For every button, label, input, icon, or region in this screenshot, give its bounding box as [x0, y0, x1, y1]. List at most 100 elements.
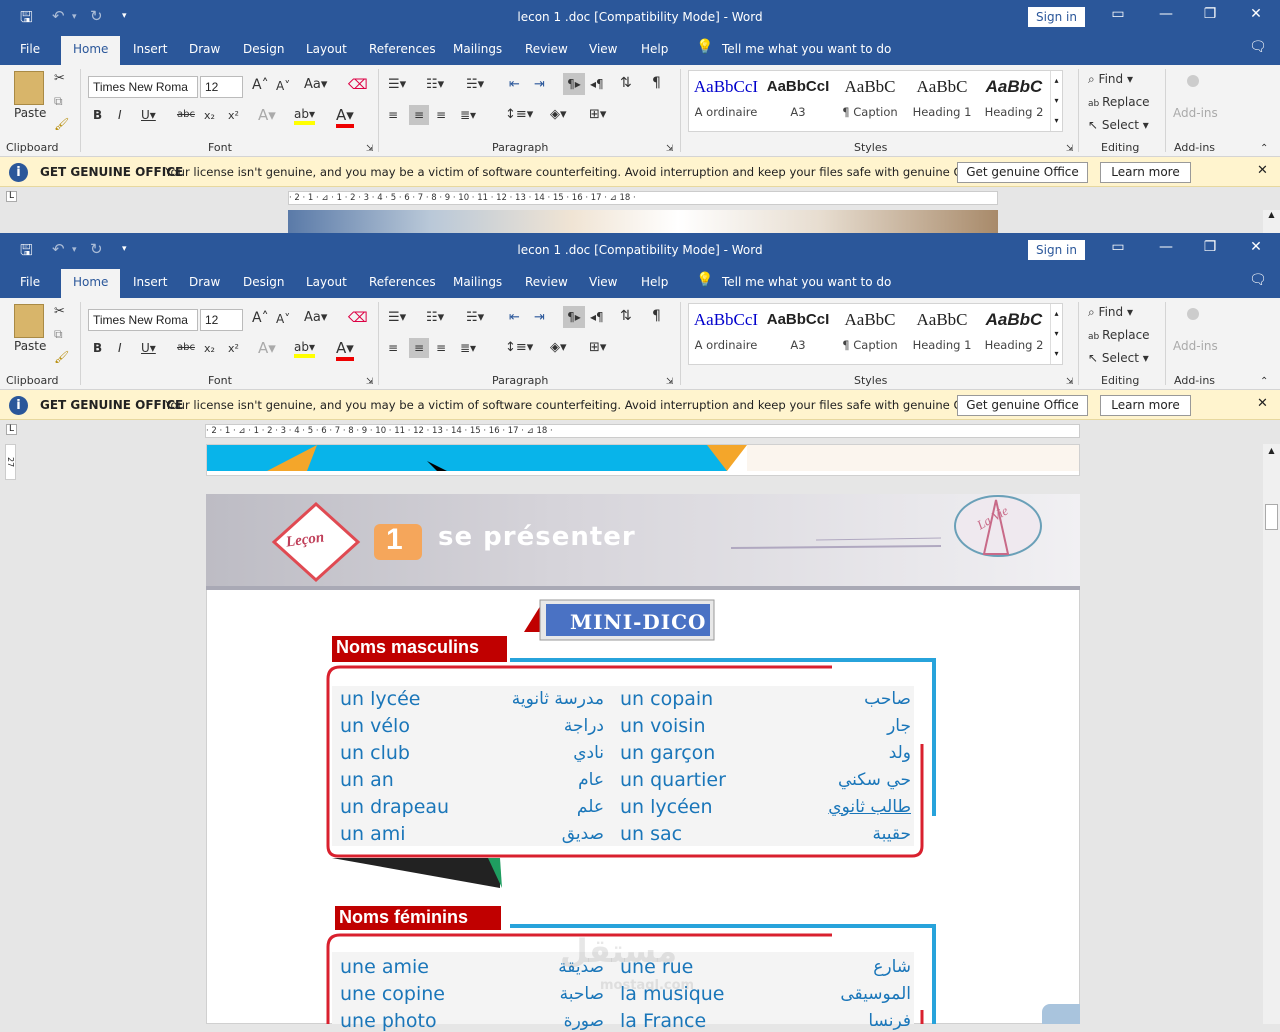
tab-insert[interactable]: Insert — [133, 42, 167, 56]
dismiss-icon[interactable]: ✕ — [1257, 396, 1268, 411]
highlight-icon[interactable]: ab▾ — [294, 107, 315, 125]
tab-selector[interactable]: L — [6, 424, 17, 435]
paste-icon[interactable] — [14, 304, 44, 338]
tab-home[interactable]: Home — [61, 36, 121, 65]
format-painter-icon[interactable]: 🖌 — [54, 117, 69, 131]
collapse-ribbon-icon[interactable]: ⌃ — [1260, 376, 1268, 387]
increase-indent-icon[interactable]: ⇥ — [534, 77, 545, 92]
scroll-up-icon[interactable]: ▲ — [1263, 210, 1280, 219]
grow-font-icon[interactable]: A˄ — [252, 77, 269, 93]
center-icon[interactable]: ≡ — [409, 338, 429, 358]
rtl-direction-icon[interactable]: ◂¶ — [590, 310, 604, 324]
justify-icon[interactable]: ≣▾ — [460, 341, 476, 355]
strikethrough-icon[interactable]: abc — [177, 342, 195, 353]
tab-references[interactable]: References — [369, 42, 436, 56]
borders-icon[interactable]: ⊞▾ — [589, 107, 606, 122]
cut-icon[interactable]: ✂ — [54, 304, 65, 319]
styles-scroll[interactable]: ▴ ▾ ▾ — [1050, 304, 1062, 364]
tab-mailings[interactable]: Mailings — [453, 275, 502, 289]
line-spacing-icon[interactable]: ↕≡▾ — [505, 340, 533, 355]
highlight-icon[interactable]: ab▾ — [294, 340, 315, 358]
style-a-ordinaire[interactable]: AaBbCcI A ordinaire — [690, 308, 762, 352]
tab-review[interactable]: Review — [525, 275, 568, 289]
strikethrough-icon[interactable]: abc — [177, 109, 195, 120]
shading-icon[interactable]: ◈▾ — [550, 340, 567, 355]
tell-me-search[interactable]: Tell me what you want to do — [722, 42, 891, 56]
multilevel-list-icon[interactable]: ☵▾ — [466, 77, 484, 92]
change-case-icon[interactable]: Aa▾ — [304, 310, 327, 325]
style-a3[interactable]: AaBbCcI A3 — [762, 75, 834, 119]
font-name-combo[interactable]: Times New Roma — [88, 309, 198, 331]
ribbon-display-icon[interactable]: ▭ — [1108, 239, 1128, 255]
tab-design[interactable]: Design — [243, 275, 284, 289]
styles-dialog-launcher[interactable]: ⇲ — [1066, 377, 1074, 387]
get-genuine-button[interactable]: Get genuine Office — [957, 162, 1088, 183]
copy-icon[interactable]: ⧉ — [54, 94, 63, 109]
font-size-combo[interactable]: 12 — [200, 309, 243, 331]
tell-me-search[interactable]: Tell me what you want to do — [722, 275, 891, 289]
minimize-button[interactable]: — — [1156, 6, 1176, 22]
sort-icon[interactable]: ⇅ — [620, 75, 632, 91]
close-button[interactable]: ✕ — [1246, 239, 1266, 255]
addins-button[interactable]: Add-ins — [1173, 339, 1218, 353]
replace-button[interactable]: ab Replace — [1088, 95, 1150, 109]
replace-button[interactable]: ab Replace — [1088, 328, 1150, 342]
tab-layout[interactable]: Layout — [306, 42, 347, 56]
get-genuine-button[interactable]: Get genuine Office — [957, 395, 1088, 416]
horizontal-ruler[interactable]: · 2 · 1 · ⊿ · 1 · 2 · 3 · 4 · 5 · 6 · 7 … — [288, 191, 998, 205]
text-effects-icon[interactable]: A▾ — [258, 106, 276, 124]
select-button[interactable]: ↖ Select ▾ — [1088, 351, 1149, 365]
justify-icon[interactable]: ≣▾ — [460, 108, 476, 122]
learn-more-button[interactable]: Learn more — [1100, 395, 1191, 416]
superscript-icon[interactable]: x² — [228, 109, 239, 122]
tab-mailings[interactable]: Mailings — [453, 42, 502, 56]
ribbon-display-icon[interactable]: ▭ — [1108, 6, 1128, 22]
font-dialog-launcher[interactable]: ⇲ — [366, 144, 374, 154]
find-button[interactable]: ⌕ Find ▾ — [1088, 72, 1133, 87]
underline-icon[interactable]: U▾ — [141, 108, 156, 122]
italic-icon[interactable]: I — [118, 341, 122, 355]
cut-icon[interactable]: ✂ — [54, 71, 65, 86]
tab-layout[interactable]: Layout — [306, 275, 347, 289]
show-formatting-icon[interactable]: ¶ — [652, 308, 661, 324]
superscript-icon[interactable]: x² — [228, 342, 239, 355]
sign-in-button[interactable]: Sign in — [1028, 7, 1085, 27]
tab-insert[interactable]: Insert — [133, 275, 167, 289]
tab-help[interactable]: Help — [641, 275, 668, 289]
learn-more-button[interactable]: Learn more — [1100, 162, 1191, 183]
comments-icon[interactable]: 🗨 — [1249, 272, 1267, 288]
font-dialog-launcher[interactable]: ⇲ — [366, 377, 374, 387]
multilevel-list-icon[interactable]: ☵▾ — [466, 310, 484, 325]
font-size-combo[interactable]: 12 — [200, 76, 243, 98]
ltr-direction-icon[interactable]: ¶▸ — [563, 73, 585, 95]
style-a-ordinaire[interactable]: AaBbCcI A ordinaire — [690, 75, 762, 119]
style-heading-2[interactable]: AaBbC Heading 2 — [978, 308, 1050, 352]
maximize-button[interactable]: ❐ — [1200, 6, 1220, 22]
align-right-icon[interactable]: ≡ — [436, 108, 446, 122]
sort-icon[interactable]: ⇅ — [620, 308, 632, 324]
decrease-indent-icon[interactable]: ⇤ — [509, 310, 520, 325]
bullets-icon[interactable]: ☰▾ — [388, 310, 406, 325]
vertical-scrollbar[interactable]: ▲ — [1263, 444, 1280, 1024]
style-caption[interactable]: AaBbC ¶ Caption — [834, 75, 906, 119]
font-color-icon[interactable]: A▾ — [336, 339, 354, 361]
subscript-icon[interactable]: x₂ — [204, 342, 215, 355]
addins-icon[interactable] — [1187, 75, 1199, 87]
align-right-icon[interactable]: ≡ — [436, 341, 446, 355]
tab-view[interactable]: View — [589, 275, 617, 289]
tab-references[interactable]: References — [369, 275, 436, 289]
style-heading-1[interactable]: AaBbC Heading 1 — [906, 75, 978, 119]
rtl-direction-icon[interactable]: ◂¶ — [590, 77, 604, 91]
sign-in-button[interactable]: Sign in — [1028, 240, 1085, 260]
font-color-icon[interactable]: A▾ — [336, 106, 354, 128]
shading-icon[interactable]: ◈▾ — [550, 107, 567, 122]
borders-icon[interactable]: ⊞▾ — [589, 340, 606, 355]
ltr-direction-icon[interactable]: ¶▸ — [563, 306, 585, 328]
tab-file[interactable]: File — [20, 42, 40, 56]
tab-draw[interactable]: Draw — [189, 42, 220, 56]
style-caption[interactable]: AaBbC ¶ Caption — [834, 308, 906, 352]
numbering-icon[interactable]: ☷▾ — [426, 310, 444, 325]
select-button[interactable]: ↖ Select ▾ — [1088, 118, 1149, 132]
show-formatting-icon[interactable]: ¶ — [652, 75, 661, 91]
find-button[interactable]: ⌕ Find ▾ — [1088, 305, 1133, 320]
